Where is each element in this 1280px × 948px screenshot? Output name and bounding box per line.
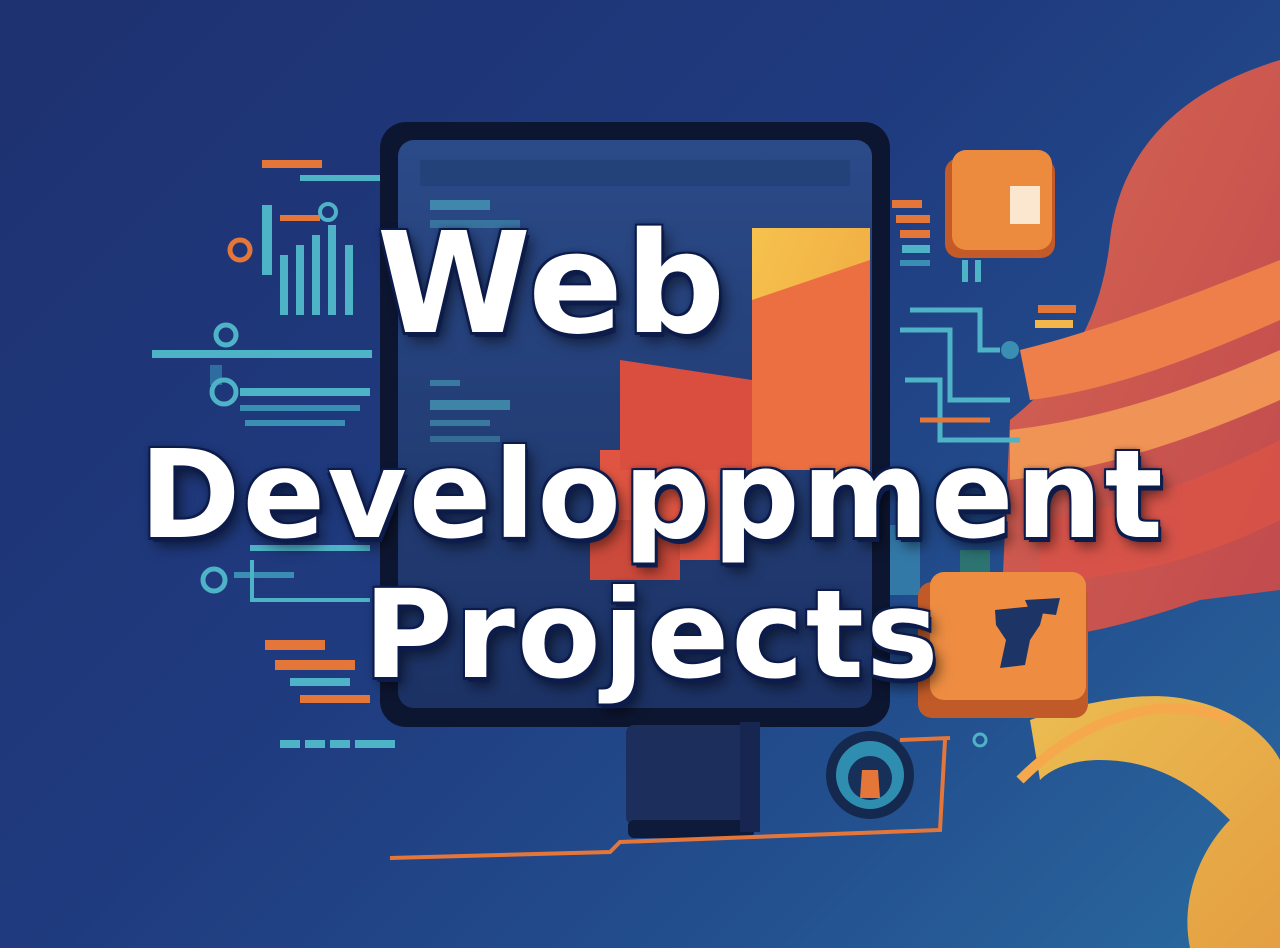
headline-line-1: Web — [376, 203, 728, 366]
poster-canvas: Web Developpment Projects — [0, 0, 1280, 948]
dial-knob-icon — [826, 731, 914, 819]
headline-line-2: Developpment — [139, 424, 1165, 566]
headline-line-3: Projects — [363, 564, 941, 706]
